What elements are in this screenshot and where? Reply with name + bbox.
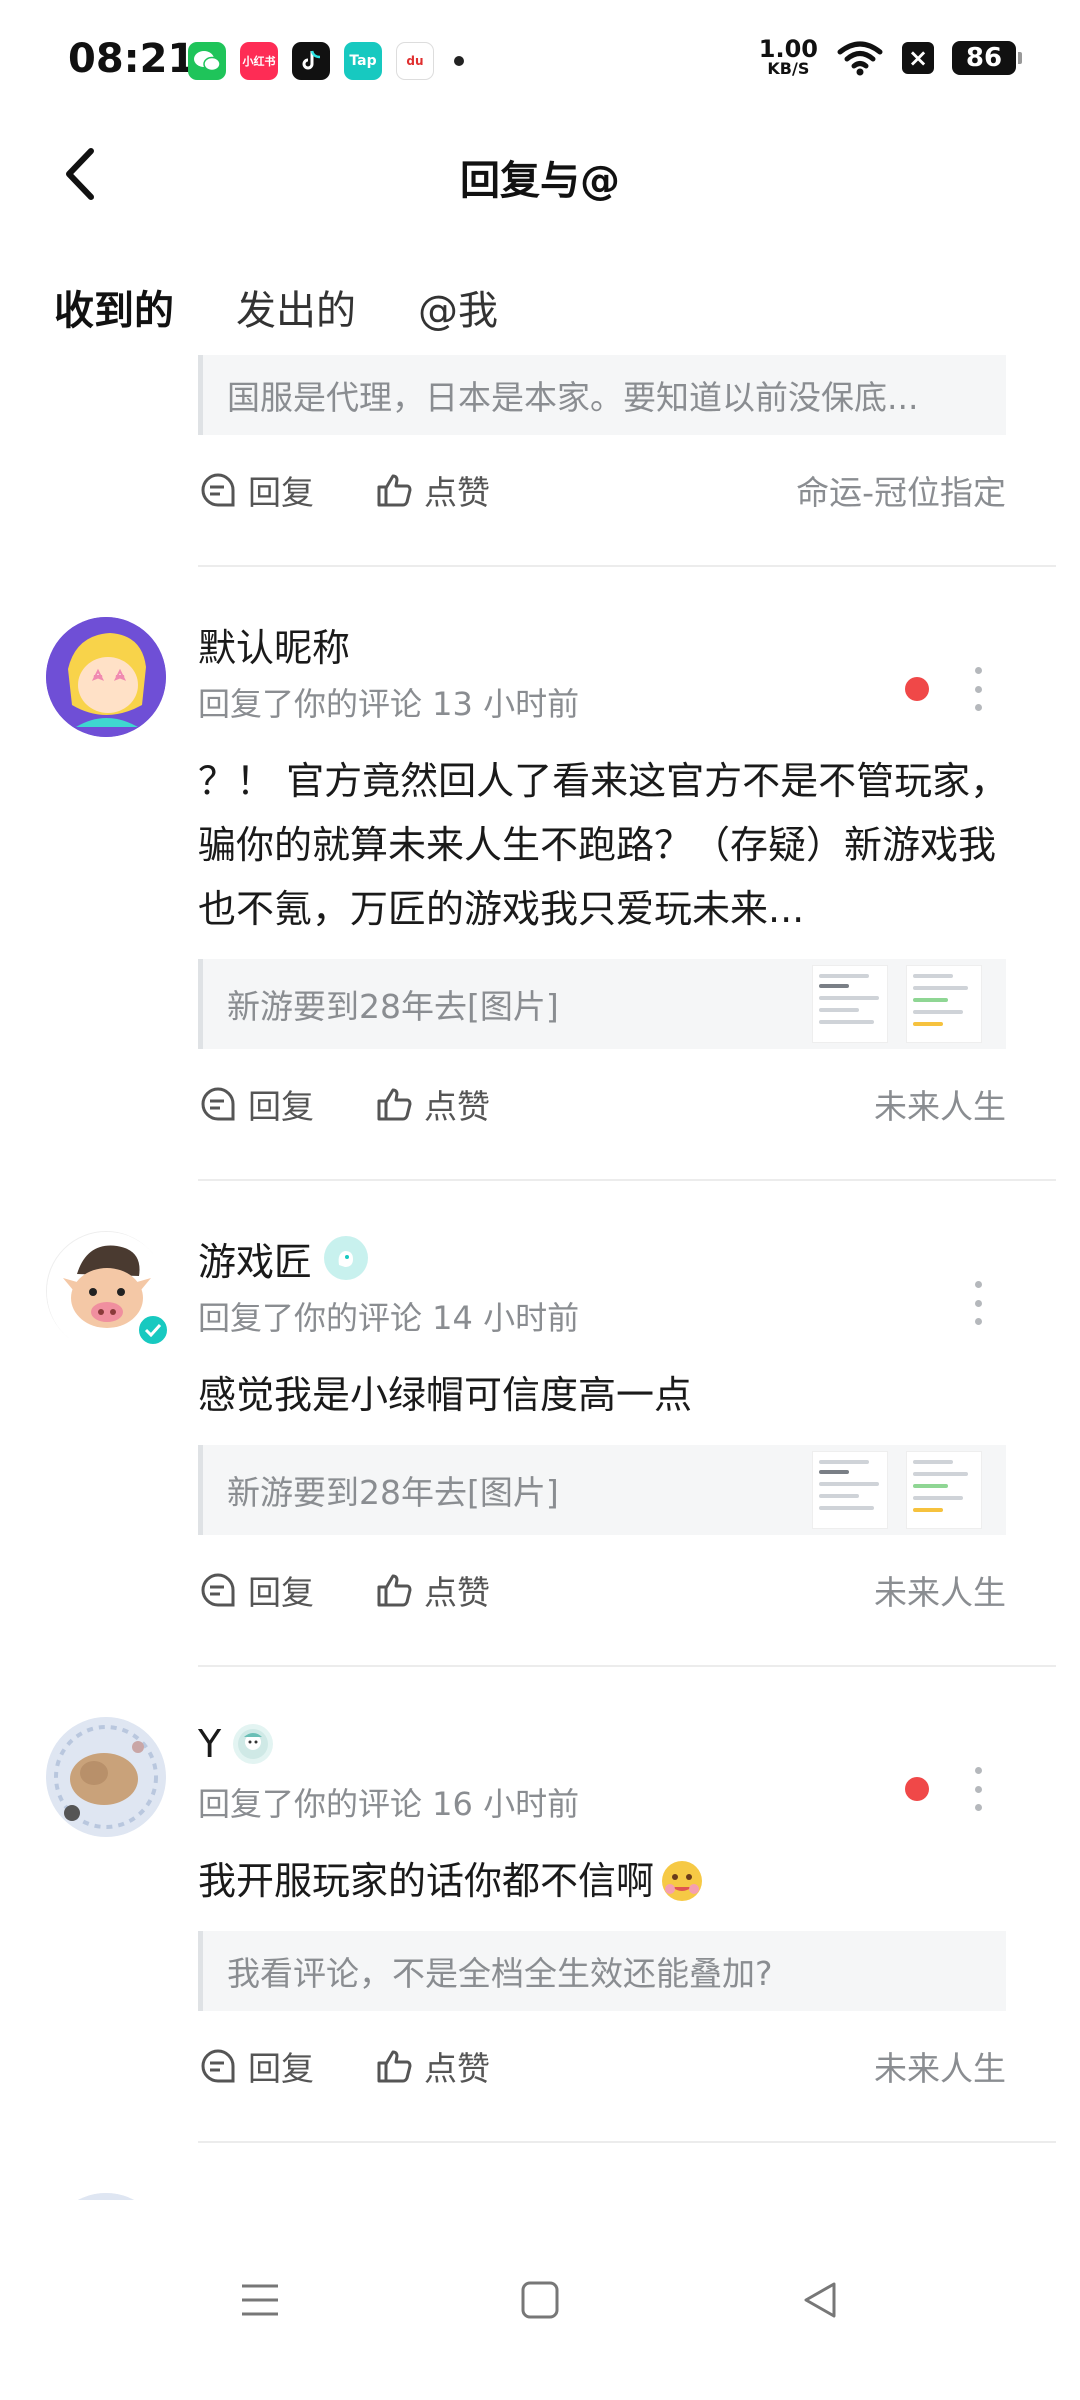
- wifi-icon: [837, 41, 883, 75]
- image-thumbnail: [812, 1451, 888, 1529]
- item-actions: 回复 点赞 未来人生: [198, 1049, 1006, 1159]
- avatar[interactable]: [46, 617, 166, 737]
- reply-button[interactable]: 回复: [198, 466, 314, 514]
- thumbs-up-icon: [377, 474, 412, 507]
- username[interactable]: Y: [198, 1722, 221, 1766]
- reply-button[interactable]: 回复: [198, 1080, 314, 1128]
- taptap-icon: Tap: [344, 42, 382, 80]
- item-actions: 回复 点赞 命运-冠位指定: [198, 435, 1006, 545]
- official-badge-icon: [324, 1236, 369, 1280]
- unread-dot: [905, 1777, 929, 1801]
- reply-feed[interactable]: 国服是代理，日本是本家。要知道以前没保底... 回复 点赞 命运-冠位指定 默认…: [0, 355, 1080, 2200]
- like-button[interactable]: 点赞: [374, 466, 490, 514]
- name-row: 默认昵称: [198, 617, 1080, 671]
- status-time: 08:21: [68, 36, 196, 82]
- list-item[interactable]: 默认昵称 回复了你的评论 13 小时前 ？！ 官方竟然回人了看来这官方不是不管玩…: [0, 567, 1080, 1181]
- user-badge-icon: [233, 1724, 274, 1764]
- game-tag[interactable]: 未来人生: [874, 2042, 1006, 2090]
- system-nav-bar: [0, 2200, 1080, 2400]
- quoted-comment[interactable]: 国服是代理，日本是本家。要知道以前没保底...: [198, 355, 1006, 435]
- avatar[interactable]: [46, 1717, 166, 1837]
- home-button[interactable]: [510, 2270, 570, 2330]
- list-item: 国服是代理，日本是本家。要知道以前没保底... 回复 点赞 命运-冠位指定: [0, 355, 1080, 567]
- comment-icon: [201, 1573, 235, 1607]
- status-bar: 08:21 小红书 Tap du 1.00 KB/S × 86: [0, 0, 1080, 120]
- more-options-button[interactable]: [968, 1281, 988, 1325]
- avatar[interactable]: [46, 2193, 166, 2200]
- like-button[interactable]: 点赞: [374, 2042, 490, 2090]
- more-options-button[interactable]: [968, 1767, 988, 1811]
- item-actions: 回复 点赞 未来人生: [198, 1535, 1006, 1645]
- notification-icons: 小红书 Tap du: [188, 42, 464, 80]
- battery-indicator: 86: [952, 40, 1022, 75]
- tab-sent[interactable]: 发出的: [236, 278, 356, 344]
- reply-content[interactable]: ？！ 官方竟然回人了看来这官方不是不管玩家，骗你的就算未来人生不跑路？（存疑）新…: [198, 749, 1018, 941]
- wechat-icon: [188, 42, 226, 80]
- comment-icon: [201, 473, 235, 507]
- reply-content[interactable]: 感觉我是小绿帽可信度高一点: [198, 1363, 1018, 1427]
- dewu-icon: du: [396, 42, 434, 80]
- list-item[interactable]: 游戏匠 回复了你的评论 14 小时前 感觉我是小绿帽可信度高一点 新游要到28年…: [0, 1181, 1080, 1667]
- quoted-images: [812, 965, 982, 1043]
- item-actions: 回复 点赞 未来人生: [198, 2011, 1006, 2121]
- net-speed: 1.00 KB/S: [758, 35, 818, 78]
- reply-meta: 回复了你的评论 13 小时前: [198, 685, 580, 723]
- reply-meta: 回复了你的评论 14 小时前: [198, 1299, 580, 1337]
- douyin-icon: [292, 42, 330, 80]
- username[interactable]: 默认昵称: [198, 617, 350, 672]
- more-notifications-dot: [454, 56, 464, 66]
- list-item[interactable]: Y 回复了你的评论 16 小时前 我开服玩家的话你都不信啊 我看评论，不是全档全…: [0, 1667, 1080, 2143]
- no-sim-icon: ×: [902, 41, 934, 74]
- quoted-comment[interactable]: 我看评论，不是全档全生效还能叠加?: [198, 1931, 1006, 2011]
- quoted-comment[interactable]: 新游要到28年去[图片]: [198, 959, 1006, 1049]
- name-row: 游戏匠: [198, 1231, 1080, 1285]
- comment-icon: [201, 2049, 235, 2083]
- like-button[interactable]: 点赞: [374, 1566, 490, 1614]
- game-tag[interactable]: 命运-冠位指定: [796, 466, 1006, 514]
- game-tag[interactable]: 未来人生: [874, 1080, 1006, 1128]
- tab-received[interactable]: 收到的: [54, 278, 174, 344]
- name-row: Y: [198, 2193, 1080, 2200]
- name-row: Y: [198, 1717, 1080, 1771]
- more-options-button[interactable]: [968, 667, 988, 711]
- thumbs-up-icon: [377, 1574, 412, 1607]
- emoji-icon: [662, 1861, 703, 1901]
- thumbs-up-icon: [377, 2050, 412, 2083]
- tab-bar: 收到的 发出的 @我: [54, 278, 498, 348]
- quoted-images: [812, 1451, 982, 1529]
- list-item[interactable]: Y: [0, 2143, 1080, 2200]
- menu-icon: [242, 2284, 278, 2316]
- comment-icon: [201, 1087, 235, 1121]
- game-tag[interactable]: 未来人生: [874, 1566, 1006, 1614]
- xiaohongshu-icon: 小红书: [240, 42, 278, 80]
- quoted-comment[interactable]: 新游要到28年去[图片]: [198, 1445, 1006, 1535]
- home-square-icon: [521, 2281, 559, 2319]
- reply-content[interactable]: 我开服玩家的话你都不信啊: [198, 1849, 1018, 1913]
- avatar[interactable]: [46, 1231, 171, 1352]
- system-back-button[interactable]: [790, 2270, 850, 2330]
- image-thumbnail: [906, 965, 982, 1043]
- back-triangle-icon: [804, 2282, 836, 2318]
- menu-button[interactable]: [230, 2270, 290, 2330]
- thumbs-up-icon: [377, 1088, 412, 1121]
- reply-meta: 回复了你的评论 16 小时前: [198, 1785, 580, 1823]
- page-title: 回复与@: [460, 158, 620, 204]
- status-right: 1.00 KB/S × 86: [758, 35, 1022, 78]
- like-button[interactable]: 点赞: [374, 1080, 490, 1128]
- reply-button[interactable]: 回复: [198, 2042, 314, 2090]
- username[interactable]: 游戏匠: [198, 1231, 312, 1286]
- image-thumbnail: [812, 965, 888, 1043]
- verified-badge-icon: [135, 1312, 171, 1348]
- header: 回复与@: [0, 130, 1080, 220]
- tab-mentions[interactable]: @我: [418, 278, 498, 344]
- reply-button[interactable]: 回复: [198, 1566, 314, 1614]
- unread-dot: [905, 677, 929, 701]
- image-thumbnail: [906, 1451, 982, 1529]
